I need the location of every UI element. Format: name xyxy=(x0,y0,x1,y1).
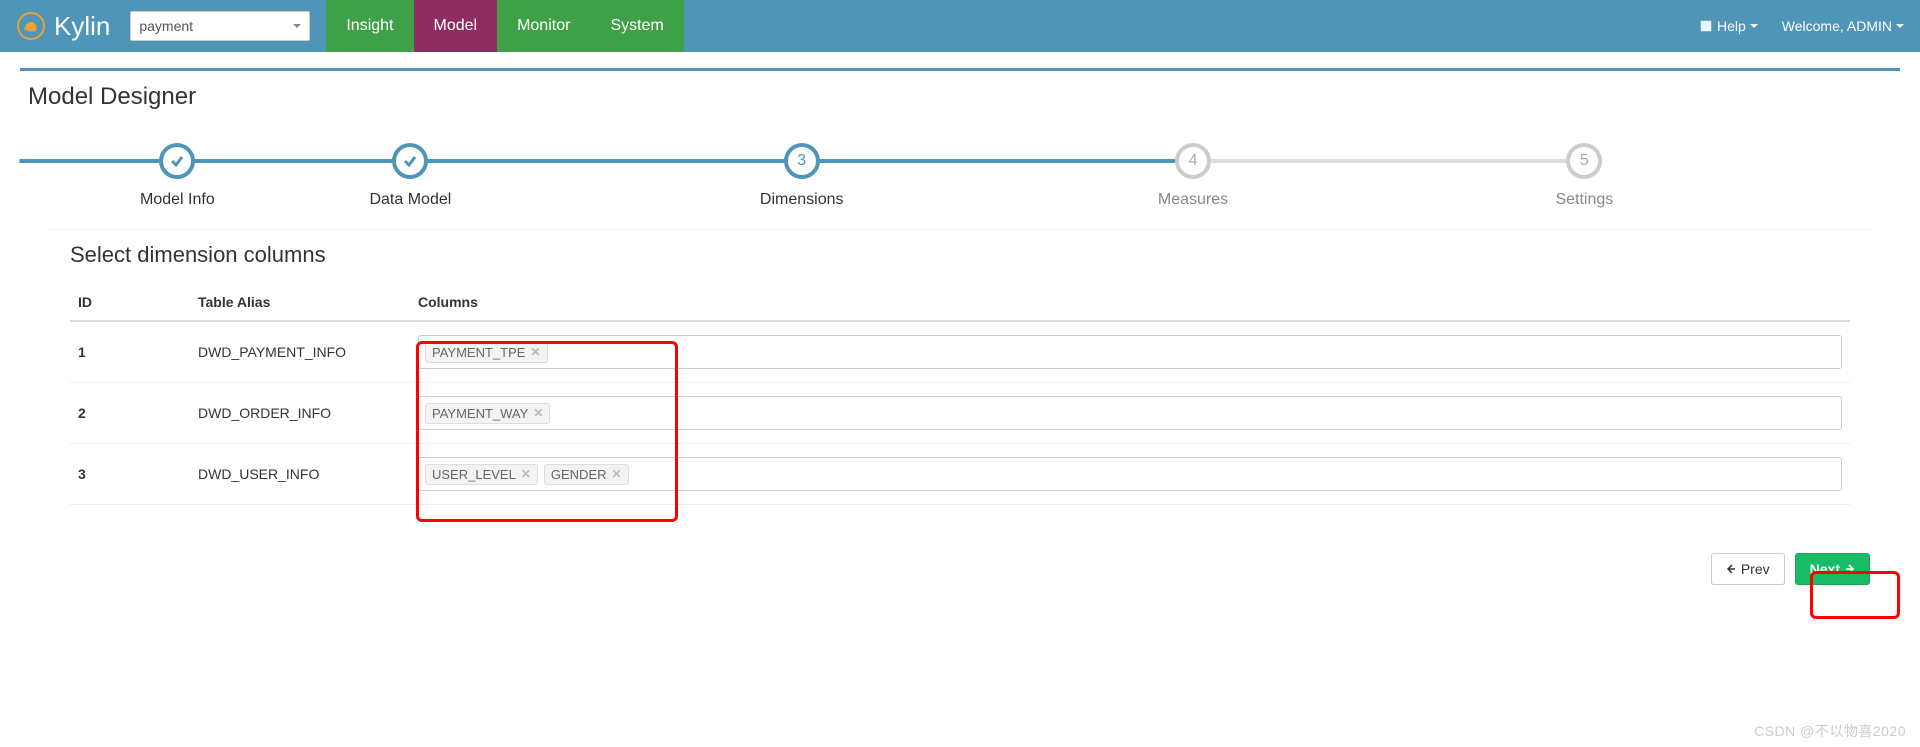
arrow-right-icon xyxy=(1845,564,1855,574)
cell-columns: PAYMENT_TPE ✕ xyxy=(410,321,1850,383)
nav-model[interactable]: Model xyxy=(414,0,498,52)
table-row: 1DWD_PAYMENT_INFO PAYMENT_TPE ✕ xyxy=(70,321,1850,383)
chevron-down-icon xyxy=(1896,24,1904,28)
cell-columns: PAYMENT_WAY ✕ xyxy=(410,383,1850,444)
step-label: Dimensions xyxy=(760,191,844,209)
chevron-down-icon xyxy=(293,24,301,28)
dimension-section: Select dimension columns ID Table Alias … xyxy=(70,242,1850,505)
close-icon[interactable]: ✕ xyxy=(521,467,531,481)
step-data-model[interactable]: Data Model xyxy=(215,143,606,209)
tag-label: PAYMENT_WAY xyxy=(432,406,528,421)
next-label: Next xyxy=(1810,561,1840,577)
wizard-footer: Prev Next xyxy=(50,553,1870,585)
tag-label: PAYMENT_TPE xyxy=(432,345,525,360)
column-tag[interactable]: GENDER ✕ xyxy=(544,464,629,485)
main-container: Model Designer Model Info Data Model 3 D… xyxy=(0,52,1920,625)
nav-system[interactable]: System xyxy=(590,0,683,52)
cell-columns: USER_LEVEL ✕ GENDER ✕ xyxy=(410,444,1850,505)
welcome-label: Welcome, ADMIN xyxy=(1782,18,1892,34)
column-tag[interactable]: PAYMENT_TPE ✕ xyxy=(425,342,548,363)
cell-id: 1 xyxy=(70,321,190,383)
tag-label: USER_LEVEL xyxy=(432,467,516,482)
section-title: Select dimension columns xyxy=(70,242,1850,268)
page-title: Model Designer xyxy=(28,83,1900,111)
nav-monitor[interactable]: Monitor xyxy=(497,0,590,52)
step-label: Settings xyxy=(1555,191,1613,209)
step-number: 4 xyxy=(1175,143,1211,179)
column-tag[interactable]: PAYMENT_WAY ✕ xyxy=(425,403,550,424)
top-border xyxy=(20,68,1900,71)
step-number: 3 xyxy=(784,143,820,179)
step-settings[interactable]: 5 Settings xyxy=(1389,143,1780,209)
chevron-down-icon xyxy=(1750,24,1758,28)
wizard-steps: Model Info Data Model 3 Dimensions 4 Mea… xyxy=(140,143,1780,209)
dimension-table: ID Table Alias Columns 1DWD_PAYMENT_INFO… xyxy=(70,284,1850,505)
step-label: Data Model xyxy=(369,191,451,209)
th-columns: Columns xyxy=(410,284,1850,321)
step-label: Measures xyxy=(1158,191,1228,209)
close-icon[interactable]: ✕ xyxy=(612,467,622,481)
nav-right: Help Welcome, ADMIN xyxy=(1699,18,1904,34)
navbar: Kylin payment Insight Model Monitor Syst… xyxy=(0,0,1920,52)
close-icon[interactable]: ✕ xyxy=(533,406,543,420)
help-label: Help xyxy=(1717,18,1746,34)
nav-insight[interactable]: Insight xyxy=(326,0,413,52)
columns-tag-input[interactable]: USER_LEVEL ✕ GENDER ✕ xyxy=(418,457,1842,491)
check-icon xyxy=(169,153,185,169)
column-tag[interactable]: USER_LEVEL ✕ xyxy=(425,464,538,485)
step-label: Model Info xyxy=(140,191,215,209)
brand[interactable]: Kylin xyxy=(16,11,110,42)
th-id: ID xyxy=(70,284,190,321)
close-icon[interactable]: ✕ xyxy=(530,345,540,359)
cell-alias: DWD_ORDER_INFO xyxy=(190,383,410,444)
tag-label: GENDER xyxy=(551,467,607,482)
table-row: 2DWD_ORDER_INFO PAYMENT_WAY ✕ xyxy=(70,383,1850,444)
th-alias: Table Alias xyxy=(190,284,410,321)
step-dimensions[interactable]: 3 Dimensions xyxy=(606,143,997,209)
columns-tag-input[interactable]: PAYMENT_WAY ✕ xyxy=(418,396,1842,430)
check-icon xyxy=(402,153,418,169)
project-selected-value: payment xyxy=(139,18,193,34)
prev-button[interactable]: Prev xyxy=(1711,553,1785,585)
cell-alias: DWD_USER_INFO xyxy=(190,444,410,505)
kylin-logo-icon xyxy=(16,11,46,41)
columns-tag-input[interactable]: PAYMENT_TPE ✕ xyxy=(418,335,1842,369)
next-button[interactable]: Next xyxy=(1795,553,1870,585)
arrow-left-icon xyxy=(1726,564,1736,574)
prev-label: Prev xyxy=(1741,561,1770,577)
cell-id: 2 xyxy=(70,383,190,444)
step-model-info[interactable]: Model Info xyxy=(140,143,215,209)
nav-links: Insight Model Monitor System xyxy=(326,0,683,52)
table-row: 3DWD_USER_INFO USER_LEVEL ✕ GENDER ✕ xyxy=(70,444,1850,505)
user-dropdown[interactable]: Welcome, ADMIN xyxy=(1782,18,1904,34)
step-number: 5 xyxy=(1566,143,1602,179)
project-select[interactable]: payment xyxy=(130,11,310,41)
book-icon xyxy=(1699,19,1713,33)
step-measures[interactable]: 4 Measures xyxy=(997,143,1388,209)
help-dropdown[interactable]: Help xyxy=(1699,18,1758,34)
cell-alias: DWD_PAYMENT_INFO xyxy=(190,321,410,383)
cell-id: 3 xyxy=(70,444,190,505)
brand-text: Kylin xyxy=(54,11,110,42)
divider xyxy=(48,229,1872,230)
watermark: CSDN @不以物喜2020 xyxy=(1754,721,1906,741)
